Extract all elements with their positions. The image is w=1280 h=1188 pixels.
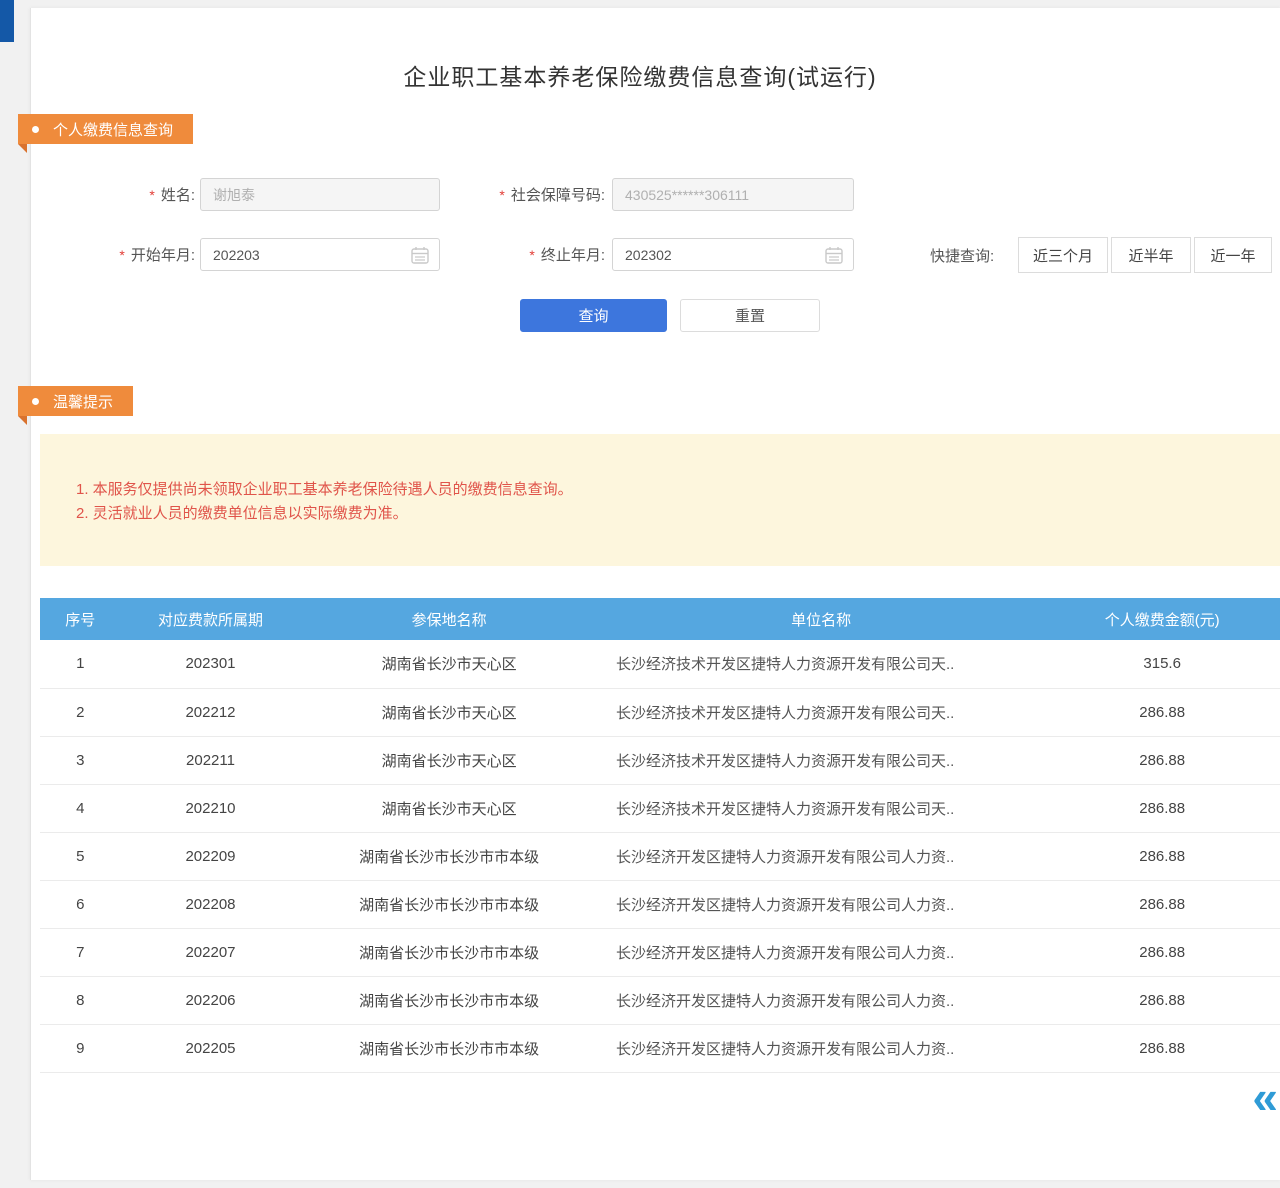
header-period: 对应费款所属期 [121,598,301,640]
table-row[interactable]: 4 202210 湖南省长沙市天心区 长沙经济技术开发区捷特人力资源开发有限公司… [40,784,1280,832]
cell-period: 202301 [121,640,301,688]
quick-btn-three-months[interactable]: 近三个月 [1018,237,1108,273]
section-badge-label: 个人缴费信息查询 [53,119,173,140]
cell-area: 湖南省长沙市长沙市市本级 [300,928,598,976]
required-asterisk: * [499,187,504,203]
table-row[interactable]: 2 202212 湖南省长沙市天心区 长沙经济技术开发区捷特人力资源开发有限公司… [40,688,1280,736]
cell-company: 长沙经济开发区捷特人力资源开发有限公司人力资.. [598,976,1044,1024]
ribbon-fold [18,416,27,425]
calendar-icon[interactable] [410,245,430,265]
cell-company: 长沙经济开发区捷特人力资源开发有限公司人力资.. [598,832,1044,880]
start-month-label: * 开始年月: [88,238,195,271]
table-row[interactable]: 7 202207 湖南省长沙市长沙市市本级 长沙经济开发区捷特人力资源开发有限公… [40,928,1280,976]
ribbon-fold [18,144,27,153]
cell-amount: 286.88 [1044,880,1280,928]
cell-index: 5 [40,832,121,880]
required-asterisk: * [149,187,154,203]
ssn-label: * 社会保障号码: [450,178,605,211]
quick-btn-half-year[interactable]: 近半年 [1111,237,1191,273]
cell-index: 7 [40,928,121,976]
cell-period: 202212 [121,688,301,736]
cell-index: 2 [40,688,121,736]
cell-period: 202206 [121,976,301,1024]
results-table: 序号 对应费款所属期 参保地名称 单位名称 个人缴费金额(元) 1 202301… [40,598,1280,1073]
bullet-dot-icon [32,398,39,405]
cell-company: 长沙经济技术开发区捷特人力资源开发有限公司天.. [598,688,1044,736]
cell-area: 湖南省长沙市天心区 [300,736,598,784]
page-title: 企业职工基本养老保险缴费信息查询(试运行) [0,58,1280,92]
table-row[interactable]: 1 202301 湖南省长沙市天心区 长沙经济技术开发区捷特人力资源开发有限公司… [40,640,1280,688]
cell-period: 202207 [121,928,301,976]
reset-button[interactable]: 重置 [680,299,820,332]
cell-amount: 286.88 [1044,736,1280,784]
header-index: 序号 [40,598,121,640]
tips-line-1: 1. 本服务仅提供尚未领取企业职工基本养老保险待遇人员的缴费信息查询。 [76,478,1260,502]
cell-company: 长沙经济开发区捷特人力资源开发有限公司人力资.. [598,928,1044,976]
cell-index: 1 [40,640,121,688]
cell-period: 202208 [121,880,301,928]
table-row[interactable]: 6 202208 湖南省长沙市长沙市市本级 长沙经济开发区捷特人力资源开发有限公… [40,880,1280,928]
sidebar-tab[interactable] [0,0,14,42]
cell-amount: 286.88 [1044,1024,1280,1072]
header-company: 单位名称 [598,598,1044,640]
cell-company: 长沙经济开发区捷特人力资源开发有限公司人力资.. [598,880,1044,928]
cell-area: 湖南省长沙市长沙市市本级 [300,976,598,1024]
cell-index: 3 [40,736,121,784]
table-row[interactable]: 5 202209 湖南省长沙市长沙市市本级 长沙经济开发区捷特人力资源开发有限公… [40,832,1280,880]
table-row[interactable]: 8 202206 湖南省长沙市长沙市市本级 长沙经济开发区捷特人力资源开发有限公… [40,976,1280,1024]
cell-area: 湖南省长沙市天心区 [300,688,598,736]
cell-index: 6 [40,880,121,928]
cell-index: 9 [40,1024,121,1072]
calendar-icon[interactable] [824,245,844,265]
cell-company: 长沙经济开发区捷特人力资源开发有限公司人力资.. [598,1024,1044,1072]
table-row[interactable]: 9 202205 湖南省长沙市长沙市市本级 长沙经济开发区捷特人力资源开发有限公… [40,1024,1280,1072]
cell-company: 长沙经济技术开发区捷特人力资源开发有限公司天.. [598,640,1044,688]
cell-period: 202209 [121,832,301,880]
query-button[interactable]: 查询 [520,299,667,332]
header-area: 参保地名称 [300,598,598,640]
cell-amount: 286.88 [1044,832,1280,880]
cell-area: 湖南省长沙市天心区 [300,640,598,688]
quick-query-label: 快捷查询: [930,237,994,273]
cell-area: 湖南省长沙市长沙市市本级 [300,880,598,928]
cell-amount: 315.6 [1044,640,1280,688]
quick-btn-one-year[interactable]: 近一年 [1194,237,1272,273]
cell-amount: 286.88 [1044,928,1280,976]
cell-period: 202205 [121,1024,301,1072]
end-month-field[interactable] [612,238,854,271]
start-month-field[interactable] [200,238,440,271]
tips-notice-box: 1. 本服务仅提供尚未领取企业职工基本养老保险待遇人员的缴费信息查询。 2. 灵… [40,434,1280,566]
cell-area: 湖南省长沙市长沙市市本级 [300,832,598,880]
section-badge-tips: 温馨提示 [18,386,133,416]
collapse-chevrons-icon[interactable]: « [1252,1074,1278,1120]
ssn-field[interactable] [612,178,854,211]
required-asterisk: * [119,247,124,263]
cell-company: 长沙经济技术开发区捷特人力资源开发有限公司天.. [598,736,1044,784]
tips-line-2: 2. 灵活就业人员的缴费单位信息以实际缴费为准。 [76,502,1260,526]
quick-query-group: 近三个月 近半年 近一年 [1018,237,1272,273]
cell-amount: 286.88 [1044,784,1280,832]
table-row[interactable]: 3 202211 湖南省长沙市天心区 长沙经济技术开发区捷特人力资源开发有限公司… [40,736,1280,784]
cell-amount: 286.88 [1044,976,1280,1024]
name-field[interactable] [200,178,440,211]
page: 企业职工基本养老保险缴费信息查询(试运行) 个人缴费信息查询 * 姓名: * 社… [0,0,1280,1188]
required-asterisk: * [529,247,534,263]
cell-amount: 286.88 [1044,688,1280,736]
end-month-label: * 终止年月: [450,238,605,271]
section-badge-label: 温馨提示 [53,391,113,412]
table-header-row: 序号 对应费款所属期 参保地名称 单位名称 个人缴费金额(元) [40,598,1280,640]
cell-area: 湖南省长沙市天心区 [300,784,598,832]
cell-area: 湖南省长沙市长沙市市本级 [300,1024,598,1072]
cell-period: 202210 [121,784,301,832]
section-badge-personal-query: 个人缴费信息查询 [18,114,193,144]
cell-period: 202211 [121,736,301,784]
name-label: * 姓名: [88,178,195,211]
cell-index: 8 [40,976,121,1024]
bullet-dot-icon [32,126,39,133]
cell-index: 4 [40,784,121,832]
cell-company: 长沙经济技术开发区捷特人力资源开发有限公司天.. [598,784,1044,832]
header-amount: 个人缴费金额(元) [1044,598,1280,640]
table-body: 1 202301 湖南省长沙市天心区 长沙经济技术开发区捷特人力资源开发有限公司… [40,640,1280,1072]
